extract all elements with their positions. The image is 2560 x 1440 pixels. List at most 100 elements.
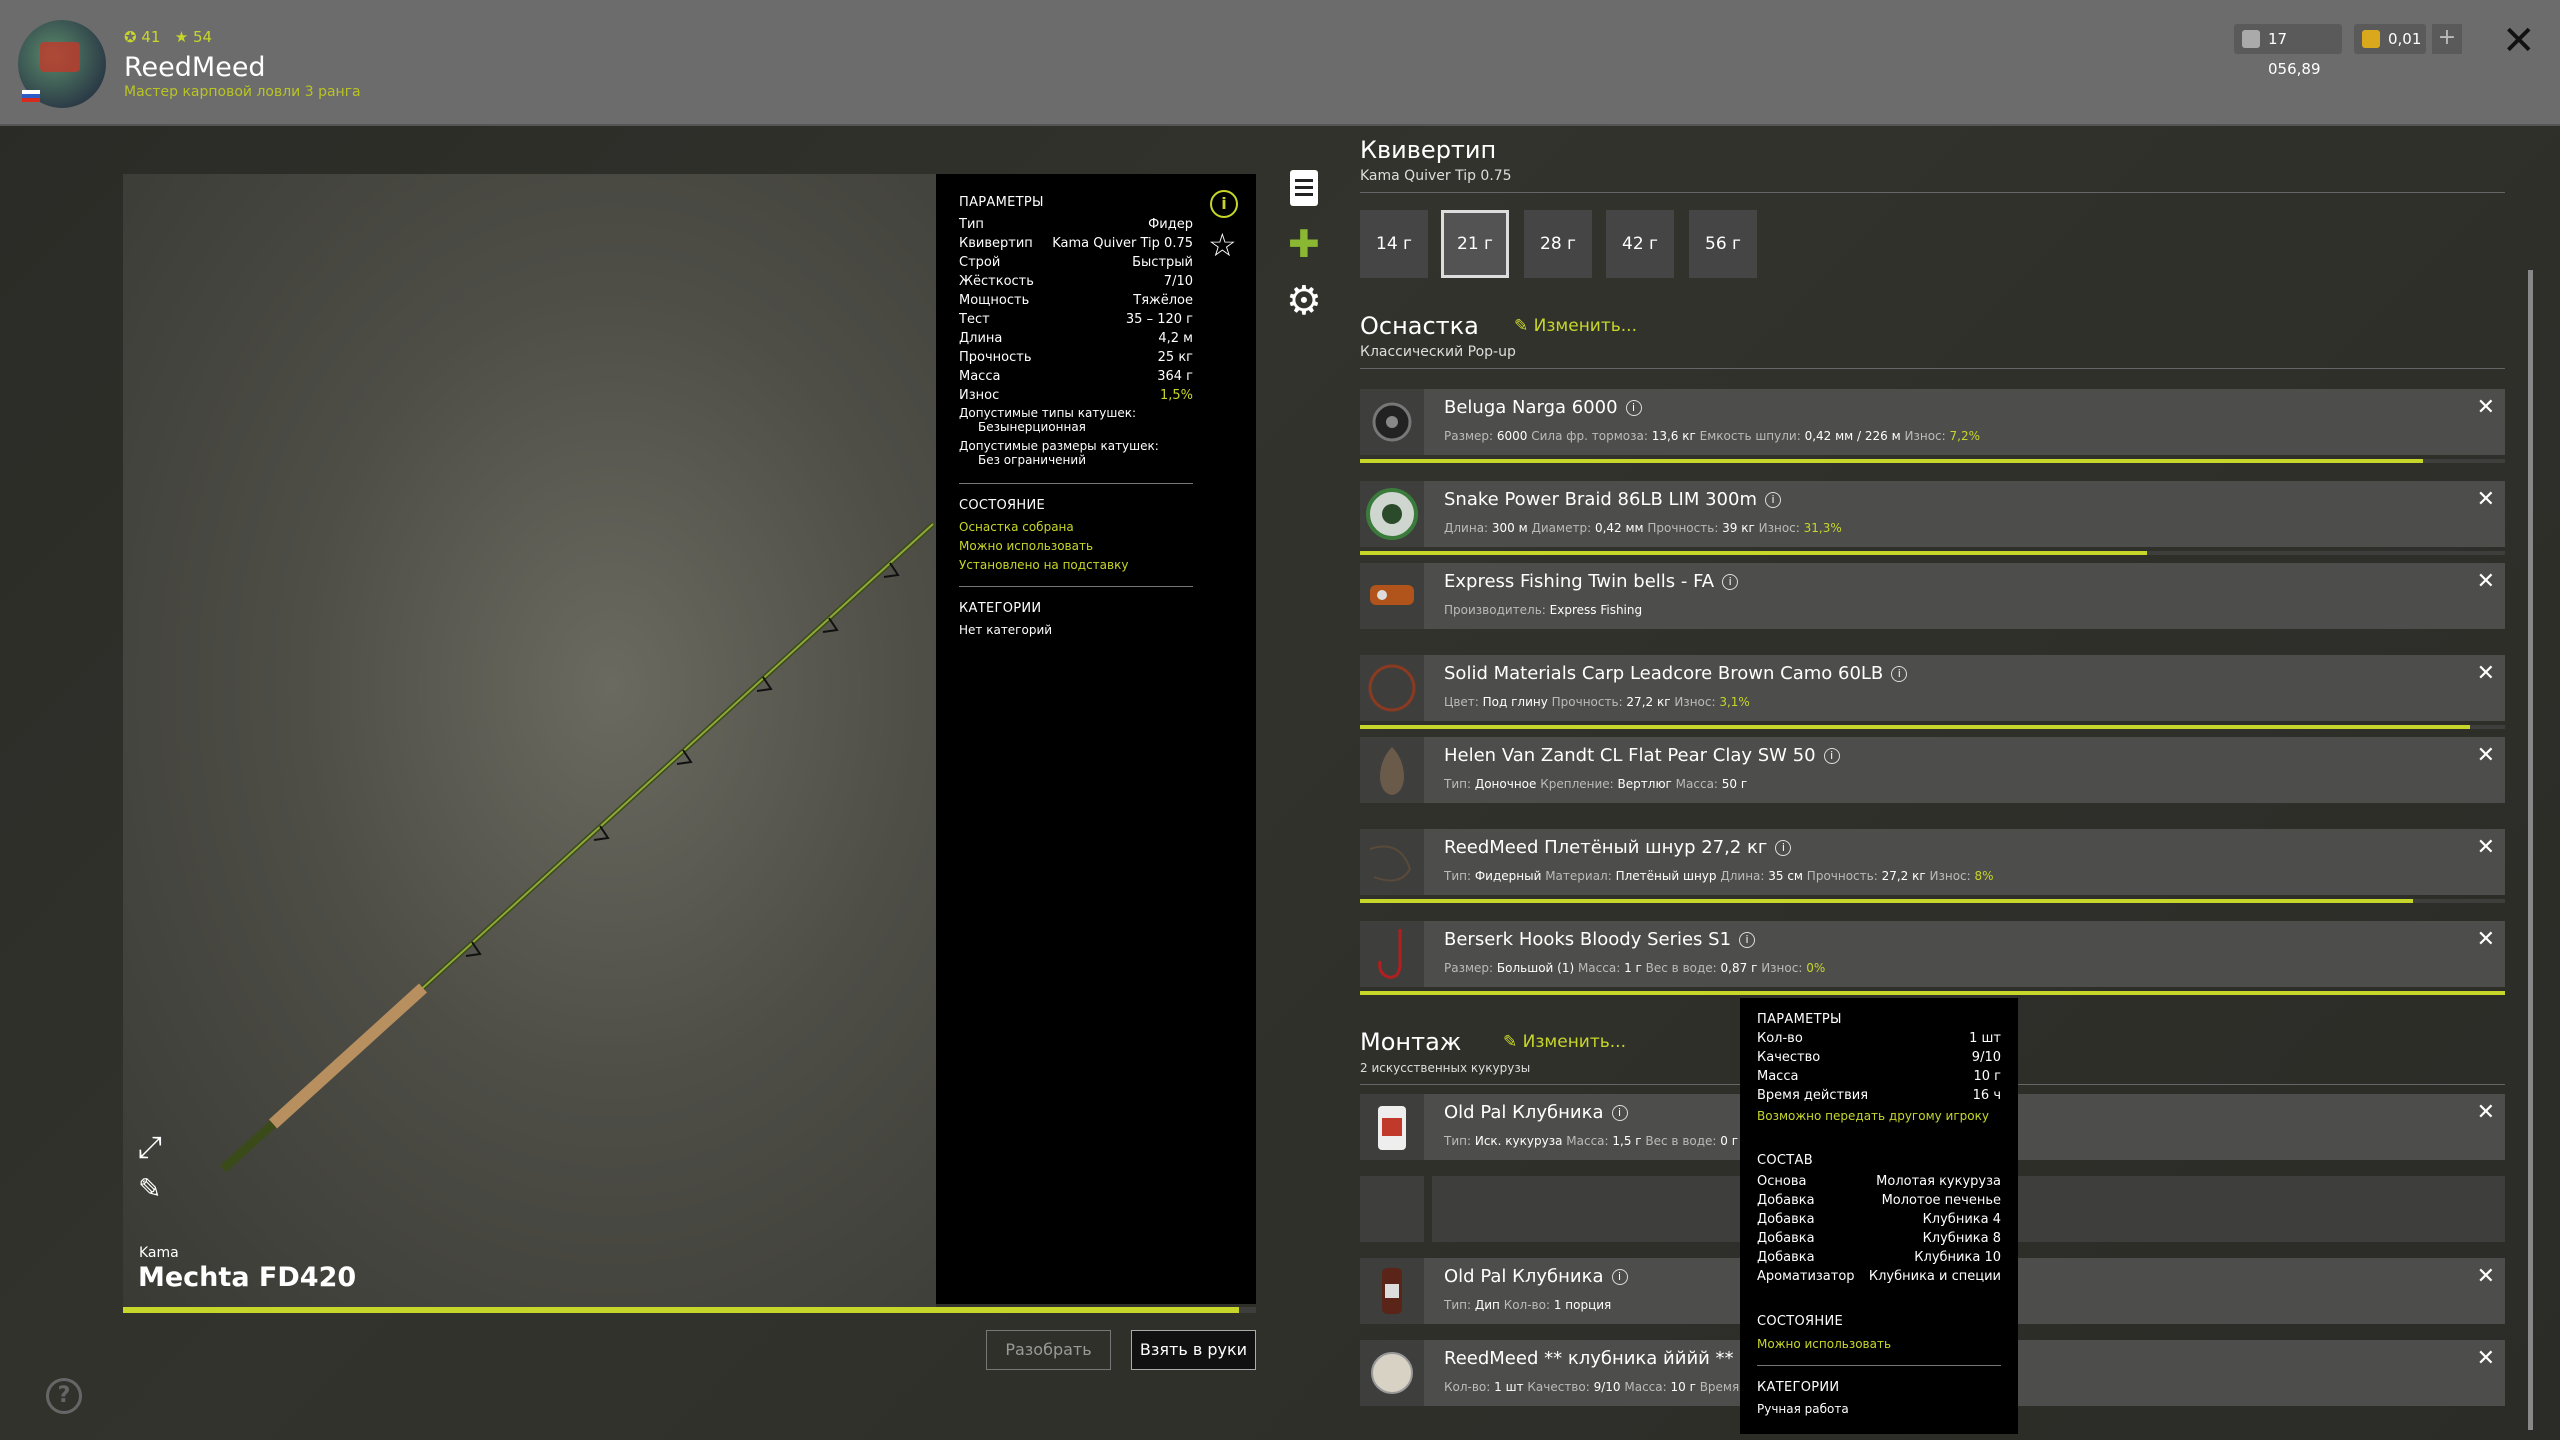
remove-item-icon[interactable]: ✕ [2477,661,2495,686]
param-key: Масса [959,369,1001,384]
detail-label: Износ: [1925,869,1975,883]
weight-option[interactable]: 56 г [1689,210,1757,278]
disassemble-button[interactable]: Разобрать [986,1330,1111,1370]
item-name-text: Old Pal Клубника [1444,1266,1604,1287]
weight-option[interactable]: 28 г [1524,210,1592,278]
detail-value: 1 г [1624,961,1642,975]
detail-value: 27,2 кг [1626,695,1671,709]
tooltip-transfer: Возможно передать другому игроку [1757,1109,1989,1123]
state-line: Можно использовать [959,539,1094,553]
equipment-item[interactable]: Solid Materials Carp Leadcore Brown Camo… [1360,655,2505,729]
wear-bar [1360,551,2147,555]
expand-icon[interactable]: ⤢ [138,1130,162,1165]
item-name: ReedMeed ** клубника йййй **i [1444,1348,1758,1369]
info-icon[interactable]: i [1891,666,1908,682]
rod-3d-view[interactable] [123,174,936,1312]
equipment-item[interactable]: Beluga Narga 6000 i Размер: 6000 Сила фр. … [1360,389,2505,463]
detail-label: Тип: [1444,1298,1475,1312]
detail-label: Тип: [1444,777,1475,791]
item-name: Solid Materials Carp Leadcore Brown Camo… [1444,663,1908,684]
equipment-item[interactable]: Express Fishing Twin bells - FA i Производ… [1360,563,2505,629]
param-value: Молотое печенье [1881,1193,2001,1208]
param-row: Основа Молотая кукуруза [1757,1174,2001,1193]
divider [1757,1365,2001,1366]
detail-label: Масса: [1574,961,1625,975]
reel-types-label: Допустимые типы катушек: [959,406,1137,420]
rod-brand: Kama [139,1245,179,1261]
remove-item-icon[interactable]: ✕ [2477,1100,2495,1125]
close-icon[interactable]: ✕ [2502,18,2536,64]
param-value: Быстрый [1132,255,1193,270]
remove-item-icon[interactable]: ✕ [2477,835,2495,860]
param-key: Ароматизатор [1757,1269,1855,1284]
remove-item-icon[interactable]: ✕ [2477,1346,2495,1371]
add-currency-button[interactable]: + [2432,24,2462,54]
param-row: Время действия 16 ч [1757,1088,2001,1107]
param-key: Качество [1757,1050,1821,1065]
item-thumbnail [1360,1258,1424,1324]
remove-item-icon[interactable]: ✕ [2477,487,2495,512]
remove-item-icon[interactable]: ✕ [2477,743,2495,768]
item-thumbnail [1360,829,1424,895]
detail-value: Доночное [1474,777,1537,791]
info-icon[interactable]: i [1739,932,1756,948]
weight-option[interactable]: 42 г [1606,210,1674,278]
param-row: Кол-во 1 шт [1757,1031,2001,1050]
detail-label: Производитель: [1444,603,1550,617]
info-icon[interactable]: i [1765,492,1781,508]
param-key: Добавка [1757,1193,1815,1208]
info-icon[interactable]: i [1625,400,1642,416]
detail-value: 50 г [1721,777,1748,791]
weight-option-selected[interactable]: 21 г [1441,210,1509,278]
params-title: ПАРАМЕТРЫ [959,195,1044,210]
info-icon[interactable]: i [1611,1269,1628,1285]
info-icon[interactable]: i [1611,1105,1628,1121]
equipment-item[interactable]: Snake Power Braid 86LB LIM 300m i Длина: 3… [1360,481,2505,555]
detail-value: 10 г [1670,1380,1696,1394]
gold-balance[interactable]: 0,01 [2354,24,2426,54]
puzzle-icon[interactable]: ✚ [1288,222,1320,266]
remove-item-icon[interactable]: ✕ [2477,395,2495,420]
weight-option[interactable]: 14 г [1360,210,1428,278]
rig-edit-button[interactable]: ✎ Изменить... [1503,1032,1626,1052]
param-row: Добавка Клубника 10 [1757,1250,2001,1269]
info-icon[interactable]: i [1722,574,1739,590]
info-icon[interactable]: i [1210,190,1238,218]
info-icon[interactable]: i [1775,840,1792,856]
remove-item-icon[interactable]: ✕ [2477,927,2495,952]
info-icon[interactable]: i [1823,748,1840,764]
pencil-icon[interactable]: ✎ [138,1172,161,1205]
favorite-star-icon[interactable]: ☆ [1208,226,1237,264]
player-level: ✪ 41 ★ 54 [124,28,213,46]
gear-icon[interactable]: ⚙ [1286,278,1322,324]
take-in-hands-button[interactable]: Взять в руки [1131,1330,1256,1370]
param-key: Добавка [1757,1231,1815,1246]
remove-item-icon[interactable]: ✕ [2477,569,2495,594]
detail-value: Плетёный шнур [1615,869,1717,883]
categories-value: Нет категорий [959,623,1053,637]
silver-balance[interactable]: 17 056,89 [2234,24,2342,78]
item-details: Размер: Большой (1) Масса: 1 г Вес в вод… [1444,961,1825,975]
equipment-item[interactable]: Berserk Hooks Bloody Series S1 i Размер: Б… [1360,921,2505,995]
scrollbar[interactable] [2528,270,2533,1430]
equipment-item[interactable]: ReedMeed Плетёный шнур 27,2 кг i Тип: Фиде… [1360,829,2505,903]
edit-icon: ✎ [1514,316,1529,336]
detail-label: Вес в воде: [1641,961,1721,975]
equipment-item[interactable]: Helen Van Zandt CL Flat Pear Clay SW 50 i… [1360,737,2505,803]
item-thumbnail [1360,481,1424,547]
param-row: Жёсткость 7/10 [959,274,1193,293]
tackle-edit-button[interactable]: ✎ Изменить... [1514,316,1637,336]
help-icon[interactable]: ? [46,1378,82,1414]
param-key: Квивертип [959,236,1033,251]
remove-item-icon[interactable]: ✕ [2477,1264,2495,1289]
param-key: Мощность [959,293,1030,308]
param-row: Добавка Клубника 8 [1757,1231,2001,1250]
param-value: Клубника 4 [1922,1212,2001,1227]
gold-icon [2362,30,2380,48]
rod-name: Mechta FD420 [138,1262,357,1293]
detail-label: Сила фр. тормоза: [1527,429,1652,443]
document-icon[interactable] [1290,170,1318,206]
line-spool-icon [1366,488,1418,540]
empty-bait-slot-thumb[interactable] [1360,1176,1424,1242]
detail-value: 39 кг [1722,521,1755,535]
